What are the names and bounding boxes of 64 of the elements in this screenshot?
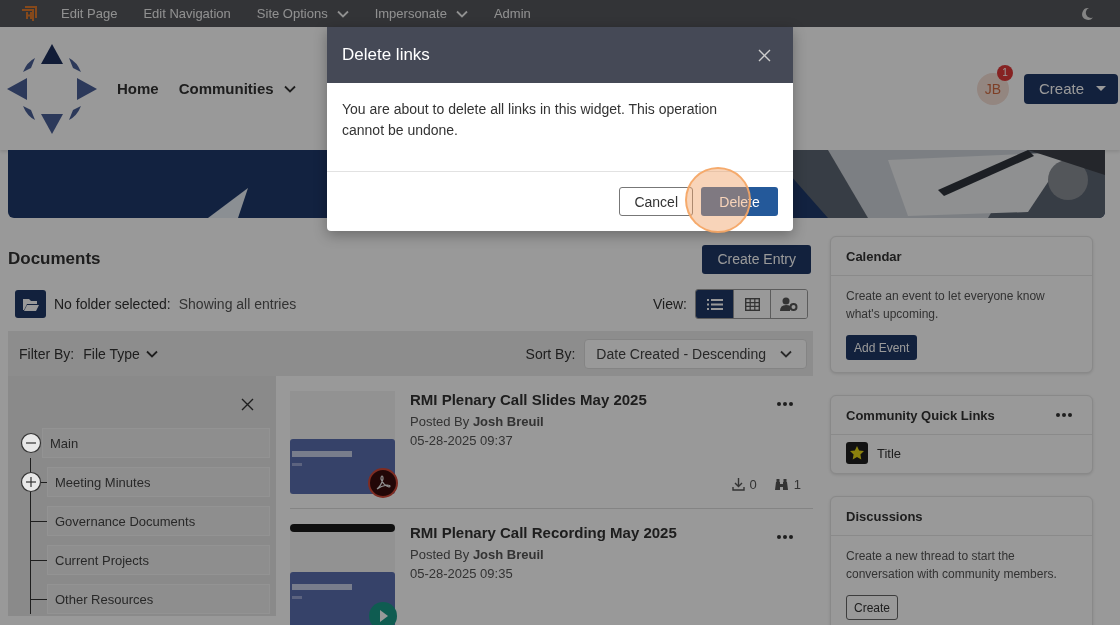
download-icon [731,478,745,491]
user-gear-icon [780,297,798,311]
card-text: Create a new thread to start the conversation with community members. [846,548,1058,583]
more-icon[interactable] [777,402,793,406]
card-title: Discussions [846,508,923,524]
create-button[interactable]: Create [1023,73,1118,104]
binoculars-icon [773,478,789,491]
grid-icon [744,297,760,311]
folder-button[interactable] [15,290,46,318]
view-label: View: [653,296,687,312]
collapse-icon[interactable] [20,432,42,454]
nav-link[interactable]: Home [117,80,159,97]
more-icon[interactable] [1056,413,1072,417]
posted-by-label: Posted By [410,547,470,562]
nav-link[interactable]: Communities [178,80,296,97]
dialog-message: You are about to delete all links in this widget. This operation cannot be undone. [342,100,719,140]
card-title: Community Quick Links [846,407,995,423]
more-icon[interactable] [777,535,793,539]
file-type-filter[interactable]: File Type [83,345,158,362]
create-thread-button[interactable]: Create [846,595,899,620]
pdf-badge-icon [368,468,398,498]
entry-title[interactable]: RMI Plenary Call Recording May 2025 [410,524,813,541]
admin-menu-item[interactable]: Admin [493,6,531,21]
posted-by-label: Posted By [410,414,470,429]
card-text: Create an event to let everyone know what's upcoming. [846,288,1046,323]
section-title: Documents [8,249,101,269]
entry-date: 05-28-2025 09:37 [410,433,514,448]
sort-label: Sort By: [525,345,576,362]
settings-view-button[interactable] [770,290,807,318]
folder-item[interactable]: Governance Documents [47,506,270,536]
folder-item[interactable]: Meeting Minutes [47,467,270,497]
admin-menu-item[interactable]: Site Options [256,6,349,21]
moon-icon[interactable] [1080,6,1094,21]
admin-menu-item[interactable]: Edit Navigation [143,6,231,21]
folder-item[interactable]: Current Projects [47,545,270,575]
cancel-button[interactable]: Cancel [619,187,693,216]
folder-item[interactable]: Other Resources [47,584,270,614]
list-icon [706,297,723,311]
author-name: Josh Breuil [472,547,544,562]
notification-badge: 1 [996,64,1013,81]
folder-icon [22,297,39,311]
entry-date: 05-28-2025 09:35 [410,566,514,581]
admin-menu-item[interactable]: Edit Page [61,6,118,21]
folder-item[interactable]: Main [42,428,270,458]
sort-select[interactable]: Date Created - Descending [584,338,807,369]
create-entry-button[interactable]: Create Entry [702,244,811,274]
chevron-down-icon [780,349,792,358]
filter-label: Filter By: [19,345,75,362]
folder-label: No folder selected: [54,296,171,312]
download-count: 0 [749,477,757,492]
chevron-down-icon [145,349,158,358]
list-view-button[interactable] [696,290,733,318]
expand-icon[interactable] [20,471,42,493]
card-title: Calendar [846,248,902,264]
author-name: Josh Breuil [472,414,544,429]
add-event-button[interactable]: Add Event [846,335,918,360]
quick-link[interactable]: Title [877,445,902,461]
admin-menu-item[interactable]: Impersonate [374,6,468,21]
entry-title[interactable]: RMI Plenary Call Slides May 2025 [410,391,813,408]
folder-status: Showing all entries [178,296,297,312]
dialog-title: Delete links [342,45,430,65]
view-count: 1 [793,477,801,492]
caret-icon [1096,85,1106,92]
close-icon[interactable] [241,398,254,411]
